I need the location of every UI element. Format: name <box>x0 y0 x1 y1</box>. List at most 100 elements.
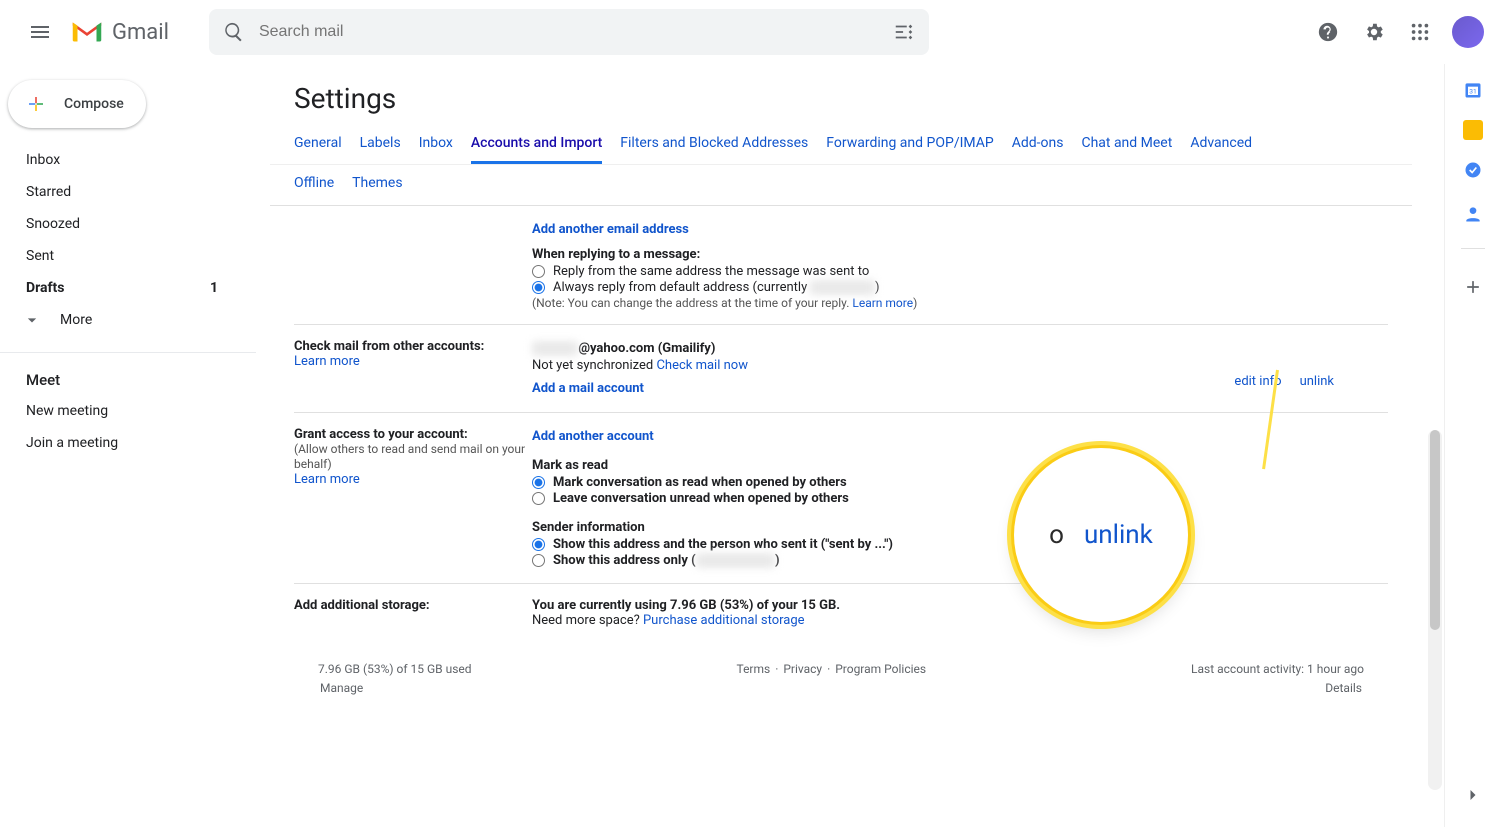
tasks-app-icon[interactable] <box>1463 160 1483 184</box>
search-icon <box>223 21 245 43</box>
tasks-icon <box>1463 160 1483 180</box>
magnifier-left-text: o <box>1049 520 1064 550</box>
meet-new-meeting[interactable]: New meeting <box>0 395 240 427</box>
mark-as-read-header: Mark as read <box>532 458 608 473</box>
linked-account-suffix: @yahoo.com (Gmailify) <box>578 341 715 356</box>
tab-offline[interactable]: Offline <box>294 171 334 195</box>
check-mail-title: Check mail from other accounts: <box>294 339 484 354</box>
scrollbar-thumb[interactable] <box>1430 430 1440 630</box>
show-sent-by-radio[interactable] <box>532 538 545 551</box>
footer-details-link[interactable]: Details <box>1325 681 1362 695</box>
add-mail-account-link[interactable]: Add a mail account <box>532 381 644 396</box>
unlink-link[interactable]: unlink <box>1300 374 1334 389</box>
compose-plus-icon <box>22 90 50 118</box>
rail-separator <box>1461 248 1485 249</box>
scrollbar[interactable] <box>1428 430 1442 790</box>
tab-advanced[interactable]: Advanced <box>1190 125 1252 164</box>
calendar-app-icon[interactable]: 31 <box>1463 80 1483 100</box>
purchase-storage-link[interactable]: Purchase additional storage <box>643 613 805 628</box>
magnifier-unlink-text: unlink <box>1084 520 1153 550</box>
settings-tabs-row2: Offline Themes <box>270 165 1412 206</box>
check-mail-learn-more[interactable]: Learn more <box>294 354 360 369</box>
grant-access-learn-more[interactable]: Learn more <box>294 472 360 487</box>
contacts-app-icon[interactable] <box>1463 204 1483 228</box>
reply-same-address-radio[interactable] <box>532 265 545 278</box>
add-storage-title: Add additional storage: <box>294 598 430 613</box>
menu-icon <box>28 20 52 44</box>
keep-app-icon[interactable] <box>1463 120 1483 140</box>
sidebar-item-label: Sent <box>26 248 54 264</box>
calendar-icon: 31 <box>1463 80 1483 100</box>
drafts-count: 1 <box>210 280 228 296</box>
grant-access-title: Grant access to your account: <box>294 427 468 442</box>
compose-label: Compose <box>64 96 124 112</box>
section-add-storage: Add additional storage: You are currentl… <box>294 584 1388 642</box>
tab-general[interactable]: General <box>294 125 342 164</box>
sidebar-item-drafts[interactable]: Drafts 1 <box>0 272 240 304</box>
plus-icon <box>1463 277 1483 297</box>
header: Gmail <box>0 0 1500 64</box>
section-send-mail-as: Add another email address When replying … <box>294 206 1388 325</box>
add-another-account-link[interactable]: Add another account <box>532 429 654 444</box>
chevron-right-icon <box>1463 785 1483 805</box>
search-options-icon[interactable] <box>893 21 915 43</box>
callout-magnifier: o unlink <box>1014 448 1188 622</box>
tab-labels[interactable]: Labels <box>360 125 401 164</box>
settings-tabs: General Labels Inbox Accounts and Import… <box>270 125 1412 165</box>
tab-themes[interactable]: Themes <box>352 171 402 195</box>
side-panel: 31 <box>1444 64 1500 827</box>
sidebar-item-label: Starred <box>26 184 71 200</box>
grant-access-sub: (Allow others to read and send mail on y… <box>294 442 525 471</box>
tab-chat-meet[interactable]: Chat and Meet <box>1081 125 1172 164</box>
footer-privacy-link[interactable]: Privacy <box>783 662 822 676</box>
compose-button[interactable]: Compose <box>8 80 146 128</box>
tab-inbox[interactable]: Inbox <box>419 125 453 164</box>
gear-icon <box>1363 21 1385 43</box>
sidebar-item-inbox[interactable]: Inbox <box>0 144 240 176</box>
linked-account-masked: xxxxxxx <box>532 341 578 356</box>
footer-policies-link[interactable]: Program Policies <box>835 662 926 676</box>
help-icon <box>1317 21 1339 43</box>
reply-default-address-radio[interactable] <box>532 281 545 294</box>
meet-join-meeting[interactable]: Join a meeting <box>0 427 240 459</box>
footer-manage-link[interactable]: Manage <box>320 681 363 695</box>
reply-same-address-label: Reply from the same address the message … <box>553 264 869 279</box>
tab-filters[interactable]: Filters and Blocked Addresses <box>620 125 808 164</box>
hamburger-menu-button[interactable] <box>16 8 64 56</box>
sidebar-item-snoozed[interactable]: Snoozed <box>0 208 240 240</box>
settings-button[interactable] <box>1354 12 1394 52</box>
gmail-logo[interactable]: Gmail <box>68 13 169 51</box>
google-apps-button[interactable] <box>1400 12 1440 52</box>
sidebar-item-starred[interactable]: Starred <box>0 176 240 208</box>
mark-read-radio[interactable] <box>532 476 545 489</box>
sidebar-item-label: Inbox <box>26 152 60 168</box>
storage-usage-text: You are currently using 7.96 GB (53%) of… <box>532 598 840 613</box>
reply-default-address-label: Always reply from default address (curre… <box>553 280 880 295</box>
sidebar-item-label: Drafts <box>26 280 64 296</box>
tab-accounts-import[interactable]: Accounts and Import <box>471 125 602 164</box>
tab-addons[interactable]: Add-ons <box>1012 125 1064 164</box>
leave-unread-radio[interactable] <box>532 492 545 505</box>
svg-text:31: 31 <box>1469 87 1476 95</box>
search-container <box>209 9 929 55</box>
footer-terms-link[interactable]: Terms <box>736 662 770 676</box>
account-avatar[interactable] <box>1452 16 1484 48</box>
search-input[interactable] <box>259 23 893 41</box>
settings-content: Add another email address When replying … <box>270 206 1412 698</box>
sidebar: Compose Inbox Starred Snoozed Sent Draft… <box>0 64 256 827</box>
sidebar-more[interactable]: More <box>0 304 256 336</box>
show-only-radio[interactable] <box>532 554 545 567</box>
add-another-email-link[interactable]: Add another email address <box>532 222 689 237</box>
collapse-panel-button[interactable] <box>1463 785 1483 809</box>
reply-note-learn-more[interactable]: Learn more <box>852 296 913 310</box>
sidebar-item-sent[interactable]: Sent <box>0 240 240 272</box>
check-mail-now-link[interactable]: Check mail now <box>656 358 748 373</box>
tab-forwarding[interactable]: Forwarding and POP/IMAP <box>826 125 993 164</box>
page-title: Settings <box>270 64 1412 125</box>
contacts-icon <box>1463 204 1483 224</box>
meet-new-meeting-label: New meeting <box>26 403 108 419</box>
not-synced-text: Not yet synchronized <box>532 358 656 373</box>
get-addons-button[interactable] <box>1455 269 1491 305</box>
support-button[interactable] <box>1308 12 1348 52</box>
search-bar[interactable] <box>209 9 929 55</box>
